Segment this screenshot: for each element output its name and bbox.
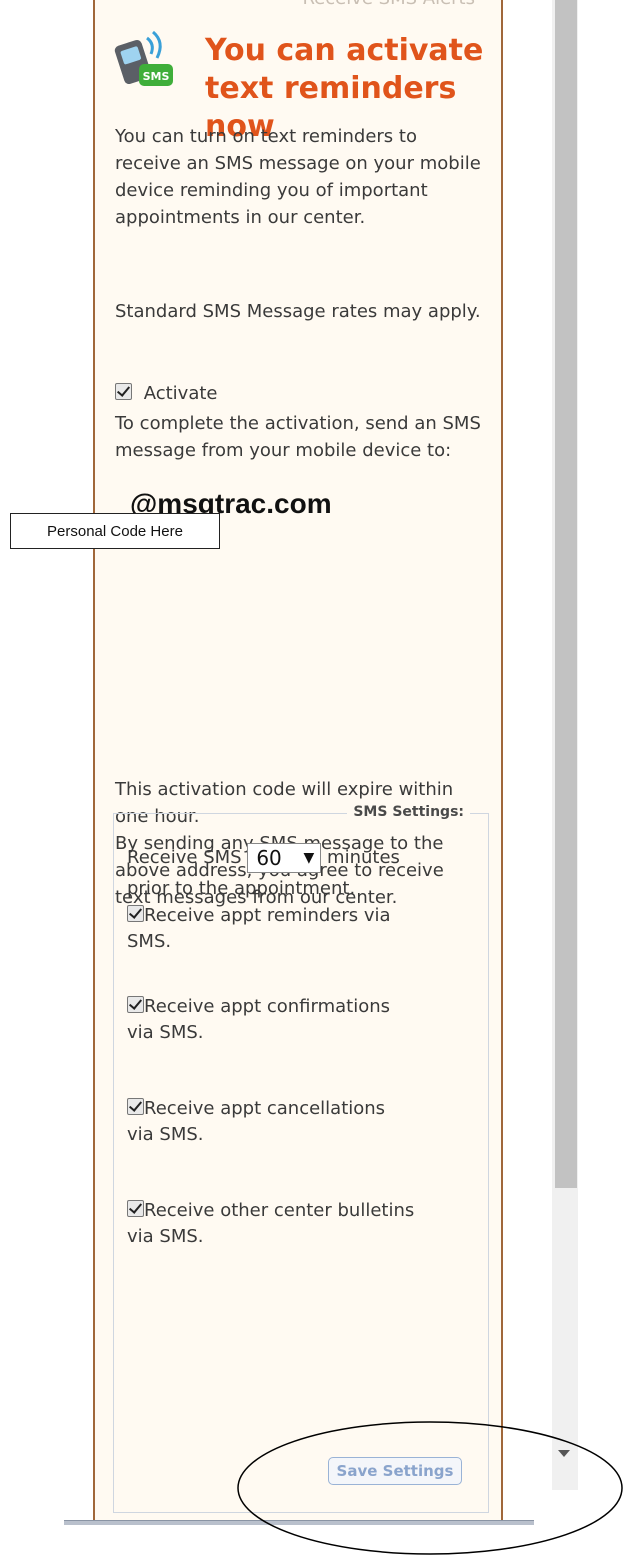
highlight-ellipse	[237, 1421, 623, 1555]
